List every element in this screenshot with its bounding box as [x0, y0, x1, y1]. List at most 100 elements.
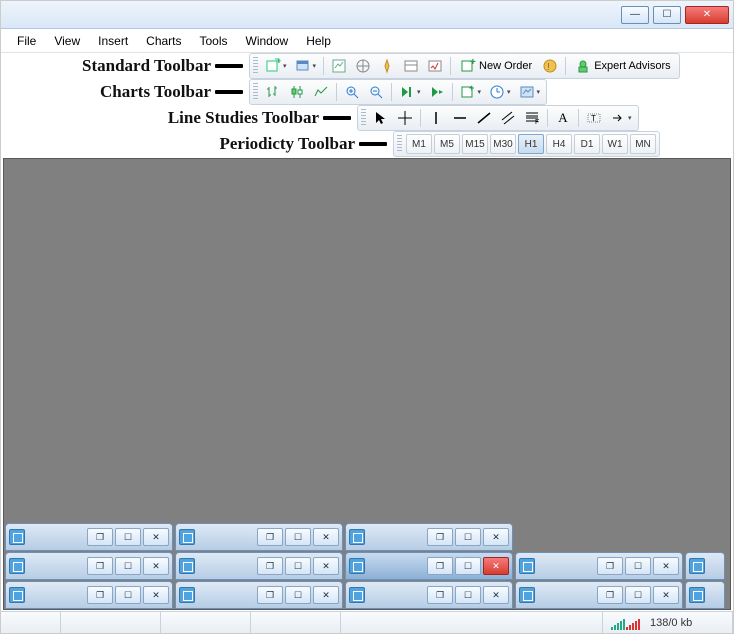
child-maximize-button[interactable]: ☐ [455, 557, 481, 575]
menu-tools[interactable]: Tools [192, 31, 236, 51]
trendline-button[interactable] [473, 107, 495, 129]
menu-insert[interactable]: Insert [90, 31, 136, 51]
child-maximize-button[interactable]: ☐ [625, 586, 651, 604]
child-maximize-button[interactable]: ☐ [625, 557, 651, 575]
period-m5[interactable]: M5 [434, 134, 460, 154]
child-restore-button[interactable]: ❐ [87, 557, 113, 575]
window-maximize-button[interactable]: ☐ [653, 6, 681, 24]
text-button[interactable]: A [552, 107, 574, 129]
minimized-chart-window[interactable]: ❐ ☐ ✕ [175, 523, 343, 551]
child-restore-button[interactable]: ❐ [597, 557, 623, 575]
minimized-chart-window-active[interactable]: ❐ ☐ ✕ [345, 552, 513, 580]
navigator-button[interactable] [376, 55, 398, 77]
terminal-button[interactable] [400, 55, 422, 77]
candlestick-button[interactable] [286, 81, 308, 103]
child-close-button[interactable]: ✕ [313, 557, 339, 575]
market-watch-button[interactable] [328, 55, 350, 77]
new-chart-button[interactable]: + [262, 55, 290, 77]
expert-advisors-button[interactable]: Expert Advisors [570, 55, 675, 77]
minimized-chart-window[interactable]: ❐ ☐ ✕ [5, 552, 173, 580]
child-restore-button[interactable]: ❐ [597, 586, 623, 604]
child-close-button[interactable]: ✕ [143, 586, 169, 604]
child-maximize-button[interactable]: ☐ [285, 586, 311, 604]
chart-icon [689, 587, 705, 603]
period-d1[interactable]: D1 [574, 134, 600, 154]
periodicity-button[interactable] [486, 81, 514, 103]
child-restore-button[interactable]: ❐ [257, 586, 283, 604]
chart-shift-button[interactable] [426, 81, 448, 103]
child-close-button[interactable]: ✕ [313, 528, 339, 546]
child-maximize-button[interactable]: ☐ [455, 586, 481, 604]
menu-file[interactable]: File [9, 31, 44, 51]
data-window-button[interactable] [352, 55, 374, 77]
period-w1[interactable]: W1 [602, 134, 628, 154]
child-close-button[interactable]: ✕ [653, 557, 679, 575]
period-h4[interactable]: H4 [546, 134, 572, 154]
child-restore-button[interactable]: ❐ [427, 557, 453, 575]
child-maximize-button[interactable]: ☐ [115, 528, 141, 546]
minimized-chart-window[interactable]: ❐ ☐ ✕ [345, 581, 513, 609]
period-m1[interactable]: M1 [406, 134, 432, 154]
strategy-tester-button[interactable] [424, 55, 446, 77]
child-close-button[interactable]: ✕ [483, 528, 509, 546]
period-m30[interactable]: M30 [490, 134, 516, 154]
minimized-chart-window[interactable] [685, 581, 725, 609]
child-restore-button[interactable]: ❐ [257, 557, 283, 575]
toolbar-grip-icon[interactable] [397, 135, 402, 153]
child-maximize-button[interactable]: ☐ [285, 557, 311, 575]
toolbar-grip-icon[interactable] [361, 109, 366, 127]
child-restore-button[interactable]: ❐ [427, 586, 453, 604]
minimized-chart-window[interactable]: ❐ ☐ ✕ [175, 552, 343, 580]
child-restore-button[interactable]: ❐ [257, 528, 283, 546]
zoom-out-button[interactable] [365, 81, 387, 103]
vertical-line-button[interactable] [425, 107, 447, 129]
menu-help[interactable]: Help [298, 31, 339, 51]
toolbar-grip-icon[interactable] [253, 83, 258, 101]
child-close-button[interactable]: ✕ [483, 586, 509, 604]
profiles-button[interactable] [292, 55, 320, 77]
period-h1[interactable]: H1 [518, 134, 544, 154]
new-order-button[interactable]: + New Order [455, 55, 537, 77]
cursor-button[interactable] [370, 107, 392, 129]
child-restore-button[interactable]: ❐ [87, 586, 113, 604]
minimized-chart-window[interactable]: ❐ ☐ ✕ [175, 581, 343, 609]
child-maximize-button[interactable]: ☐ [455, 528, 481, 546]
crosshair-button[interactable] [394, 107, 416, 129]
horizontal-line-button[interactable] [449, 107, 471, 129]
minimized-chart-window[interactable]: ❐ ☐ ✕ [345, 523, 513, 551]
minimized-chart-window[interactable]: ❐ ☐ ✕ [5, 523, 173, 551]
child-close-button[interactable]: ✕ [313, 586, 339, 604]
minimized-chart-window[interactable]: ❐ ☐ ✕ [5, 581, 173, 609]
window-close-button[interactable]: ✕ [685, 6, 729, 24]
minimized-chart-window[interactable]: ❐ ☐ ✕ [515, 552, 683, 580]
line-chart-button[interactable] [310, 81, 332, 103]
window-minimize-button[interactable]: — [621, 6, 649, 24]
toolbar-grip-icon[interactable] [253, 57, 258, 75]
child-maximize-button[interactable]: ☐ [115, 557, 141, 575]
fibonacci-button[interactable]: F [521, 107, 543, 129]
child-restore-button[interactable]: ❐ [87, 528, 113, 546]
auto-scroll-button[interactable] [396, 81, 424, 103]
menu-view[interactable]: View [46, 31, 88, 51]
child-restore-button[interactable]: ❐ [427, 528, 453, 546]
period-mn[interactable]: MN [630, 134, 656, 154]
equidistant-channel-button[interactable] [497, 107, 519, 129]
child-maximize-button[interactable]: ☐ [115, 586, 141, 604]
indicators-button[interactable]: + [457, 81, 485, 103]
child-close-button[interactable]: ✕ [143, 528, 169, 546]
arrows-button[interactable] [607, 107, 635, 129]
templates-button[interactable] [516, 81, 544, 103]
child-maximize-button[interactable]: ☐ [285, 528, 311, 546]
text-label-button[interactable]: T [583, 107, 605, 129]
minimized-chart-window[interactable] [685, 552, 725, 580]
menu-window[interactable]: Window [238, 31, 297, 51]
minimized-chart-window[interactable]: ❐ ☐ ✕ [515, 581, 683, 609]
metaeditor-button[interactable]: ! [539, 55, 561, 77]
child-close-button[interactable]: ✕ [483, 557, 509, 575]
zoom-in-button[interactable] [341, 81, 363, 103]
menu-charts[interactable]: Charts [138, 31, 189, 51]
period-m15[interactable]: M15 [462, 134, 488, 154]
child-close-button[interactable]: ✕ [143, 557, 169, 575]
child-close-button[interactable]: ✕ [653, 586, 679, 604]
bar-chart-button[interactable] [262, 81, 284, 103]
